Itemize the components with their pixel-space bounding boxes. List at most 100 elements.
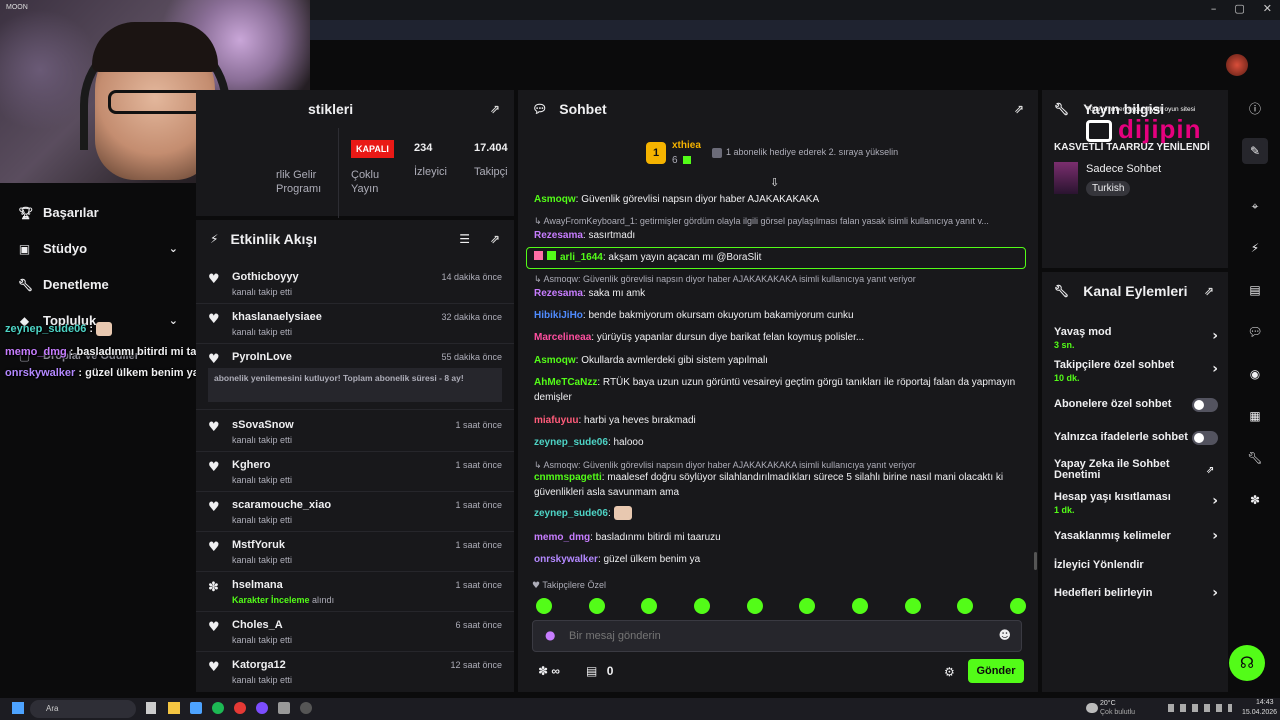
target-icon[interactable]: ⌖ (1242, 193, 1268, 219)
popout-icon[interactable]: ⇗ (1014, 102, 1024, 116)
gift-icon (683, 156, 691, 164)
emote-icon[interactable] (693, 598, 710, 614)
emote-icon (613, 506, 632, 521)
app-icon[interactable] (256, 702, 268, 714)
followers-only-notice: ♥ Takipçilere Özel (532, 580, 606, 591)
filter-icon[interactable]: ☰ (459, 232, 470, 246)
taskview-icon[interactable] (146, 702, 156, 714)
activity-item[interactable]: ♥ PyroInLove 55 dakika önce abonelik yen… (196, 344, 514, 410)
chat-panel: 💬︎ Sohbet ⇗ 1 xthiea 6 1 abonelik hediye… (518, 90, 1038, 692)
user-avatar[interactable] (1226, 54, 1248, 76)
tray-icons[interactable] (1168, 704, 1232, 712)
emote-icon[interactable] (799, 598, 816, 614)
activity-item[interactable]: ♥ Kghero kanalı takip etti 1 saat önce (196, 452, 514, 492)
activity-item[interactable]: ♥ Gothicboyyy kanalı takip etti 14 dakik… (196, 264, 514, 304)
close-icon[interactable]: ✕ (1263, 2, 1272, 15)
chat-icon[interactable]: 💬︎ (1242, 319, 1268, 345)
emote-icon (96, 322, 113, 336)
category-name[interactable]: Sadece Sohbet (1086, 163, 1161, 175)
emote-icon[interactable] (588, 598, 605, 614)
app-icon[interactable] (190, 702, 202, 714)
sub-badge-icon (547, 251, 556, 260)
chat-scrollbar[interactable] (1034, 552, 1037, 570)
points-icon: ✽ (538, 664, 549, 678)
emote-only-toggle[interactable] (1192, 431, 1218, 445)
broadcast-icon[interactable]: ◉ (1242, 361, 1268, 387)
chat-input-box[interactable]: ● ☻ (532, 620, 1022, 652)
bolt-icon[interactable]: ⚡ (1242, 235, 1268, 261)
info-icon[interactable]: ⓘ (1242, 96, 1268, 122)
popout-icon[interactable]: ⇗ (490, 102, 500, 116)
emote-bar (536, 598, 1026, 614)
support-button[interactable]: ☊ (1229, 645, 1265, 681)
folder-icon[interactable] (168, 702, 180, 714)
followers-only-setting[interactable]: Takipçilere özel sohbet 10 dk. › (1054, 359, 1218, 383)
account-age-setting[interactable]: Hesap yaşı kısıtlaması 1 dk. › (1054, 491, 1218, 515)
taskbar-search[interactable]: Ara (30, 700, 136, 718)
store-button[interactable]: ▤ 0 (586, 664, 613, 678)
browser-title-bar: – ▢ ✕ (310, 0, 1280, 20)
banned-words-setting[interactable]: Yasaklanmış kelimeler › (1054, 528, 1218, 544)
send-button[interactable]: Gönder (968, 659, 1024, 683)
notes-icon[interactable]: ▤ (1242, 277, 1268, 303)
activity-item[interactable]: ♥ sSovaSnow kanalı takip etti 1 saat önc… (196, 412, 514, 452)
app-icon[interactable] (300, 702, 312, 714)
set-goals-setting[interactable]: Hedefleri belirleyin › (1054, 585, 1218, 601)
emote-icon[interactable] (851, 598, 868, 614)
emote-icon[interactable] (904, 598, 921, 614)
layout-icon[interactable]: ▦ (1242, 403, 1268, 429)
slow-mode-setting[interactable]: Yavaş mod 3 sn. › (1054, 326, 1218, 350)
subscribers-only-toggle[interactable] (1192, 398, 1218, 412)
activity-item[interactable]: ♥ scaramouche_xiao kanalı takip etti 1 s… (196, 492, 514, 532)
external-link-icon: ⇗ (1206, 465, 1215, 476)
ai-moderation-setting[interactable]: Yapay Zeka ile Sohbet Denetimi ⇗ (1054, 459, 1214, 481)
scroll-down-icon[interactable]: ⇩ (770, 176, 779, 189)
app-icon[interactable] (278, 702, 290, 714)
settings-icon[interactable]: ⚙ (944, 665, 955, 679)
gift-icon: ✽ (208, 580, 219, 595)
edit-icon[interactable]: ✎ (1242, 138, 1268, 164)
activity-item[interactable]: ♥ MstfYoruk kanalı takip etti 1 saat önc… (196, 532, 514, 572)
channel-points[interactable]: ✽ ∞ (538, 664, 560, 678)
host-viewers-setting[interactable]: İzleyici Yönlendir (1054, 559, 1218, 571)
activity-item[interactable]: ♥ Katorga12 kanalı takip etti 12 saat ön… (196, 652, 514, 692)
spotify-icon[interactable] (212, 702, 224, 714)
app-icon[interactable] (234, 702, 246, 714)
wrench-icon[interactable]: 🔧︎ (1242, 445, 1268, 471)
emote-icon[interactable] (536, 598, 552, 614)
language-tag[interactable]: Turkish (1086, 181, 1131, 196)
activity-item[interactable]: ♥ khaslanaelysiaee kanalı takip etti 32 … (196, 304, 514, 344)
nav-item-studio[interactable]: ▣ Stüdyo ⌄ (18, 241, 178, 256)
popout-icon[interactable]: ⇗ (490, 232, 500, 246)
chevron-right-icon: › (1212, 361, 1218, 377)
chat-message-input[interactable] (569, 627, 989, 645)
chat-messages: Asmoqw: Güvenlik görevlisi napsın diyor … (518, 190, 1038, 570)
emote-icon[interactable] (746, 598, 763, 614)
chat-message: Asmoqw: Güvenlik görevlisi napsın diyor … (534, 194, 820, 205)
chevron-right-icon: › (1212, 328, 1218, 344)
stat-monetization: rlik Gelir Programı (276, 169, 322, 195)
heart-icon: ♥ (208, 460, 220, 475)
nav-item-moderation[interactable]: 🔧︎ Denetleme (18, 277, 178, 292)
emote-icon[interactable] (1009, 598, 1026, 614)
activity-feed-panel: ⚡ Etkinlik Akışı ☰ ⇗ ♥ Gothicboyyy kanal… (196, 220, 514, 692)
microphone-icon[interactable]: ● (545, 628, 555, 642)
stream-title: KASVETLİ TAARRUZ YENİLENDİ (1054, 142, 1210, 153)
studio-icon: ▣ (18, 241, 31, 256)
activity-item[interactable]: ♥ Choles_A kanalı takip etti 6 saat önce (196, 612, 514, 652)
popout-icon[interactable]: ⇗ (1204, 284, 1214, 298)
maximize-icon[interactable]: ▢ (1234, 2, 1244, 15)
chevron-right-icon: › (1212, 585, 1218, 601)
minimize-icon[interactable]: – (1211, 2, 1217, 15)
channel-actions-title: Kanal Eylemleri (1083, 283, 1188, 299)
emote-icon[interactable] (641, 598, 658, 614)
emote-icon[interactable] (957, 598, 974, 614)
heart-icon: ♥ (208, 540, 220, 555)
points-icon[interactable]: ✽ (1242, 487, 1268, 513)
windows-start-icon[interactable] (12, 702, 24, 714)
emoji-icon[interactable]: ☻ (998, 628, 1011, 642)
category-thumbnail (1054, 162, 1078, 194)
activity-item[interactable]: ✽ hselmana Karakter İnceleme alındı 1 sa… (196, 572, 514, 612)
nav-item-achievements[interactable]: 🏆︎ Başarılar (18, 205, 178, 220)
chat-message: memo_dmg: basladınmı bitirdi mi taaruzu (534, 532, 721, 543)
